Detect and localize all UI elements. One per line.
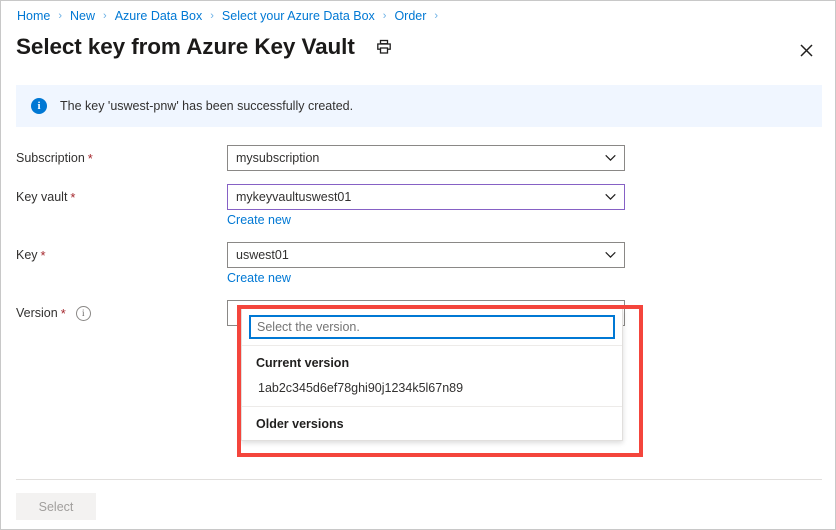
breadcrumb-separator: ›	[103, 11, 107, 22]
field-row-key: Key * uswest01 Create new	[1, 242, 836, 287]
control-key: uswest01 Create new	[227, 242, 625, 287]
chevron-down-icon	[605, 194, 616, 201]
subscription-value: mysubscription	[236, 151, 319, 165]
key-value: uswest01	[236, 248, 289, 262]
field-row-subscription: Subscription * mysubscription	[1, 145, 836, 171]
label-version-text: Version	[16, 300, 58, 326]
label-key-vault-text: Key vault	[16, 184, 67, 210]
select-button[interactable]: Select	[16, 493, 96, 520]
breadcrumb-item-new[interactable]: New	[69, 9, 96, 23]
label-subscription-text: Subscription	[16, 145, 85, 171]
version-search-container	[242, 309, 622, 345]
title-row: Select key from Azure Key Vault	[16, 29, 820, 65]
breadcrumb-separator: ›	[210, 11, 214, 22]
control-subscription: mysubscription	[227, 145, 625, 171]
required-marker: *	[41, 249, 46, 262]
label-subscription: Subscription *	[1, 145, 227, 171]
create-new-key-vault-link[interactable]: Create new	[227, 213, 291, 227]
required-marker: *	[61, 307, 66, 320]
label-key: Key *	[1, 242, 227, 268]
breadcrumb-item-home[interactable]: Home	[16, 9, 51, 23]
label-version: Version * i	[1, 300, 227, 326]
breadcrumb-separator-trailing: ›	[434, 11, 438, 22]
subscription-dropdown[interactable]: mysubscription	[227, 145, 625, 171]
required-marker: *	[70, 191, 75, 204]
dropdown-group-header-older-versions: Older versions	[242, 407, 622, 440]
dropdown-group-header-current-version: Current version	[242, 346, 622, 379]
breadcrumb-separator: ›	[383, 11, 387, 22]
dropdown-option-current-version[interactable]: 1ab2c345d6ef78ghi90j1234k5l67n89	[242, 379, 622, 406]
breadcrumb-item-azure-data-box[interactable]: Azure Data Box	[114, 9, 204, 23]
key-dropdown[interactable]: uswest01	[227, 242, 625, 268]
key-vault-selection-blade: Home › New › Azure Data Box › Select you…	[0, 0, 836, 530]
label-key-text: Key	[16, 242, 38, 268]
notification-banner: i The key 'uswest-pnw' has been successf…	[16, 85, 822, 127]
breadcrumb: Home › New › Azure Data Box › Select you…	[16, 9, 445, 23]
info-outline-icon[interactable]: i	[76, 306, 91, 321]
chevron-down-icon	[605, 155, 616, 162]
breadcrumb-item-select-your-azure-data-box[interactable]: Select your Azure Data Box	[221, 9, 376, 23]
field-row-key-vault: Key vault * mykeyvaultuswest01 Create ne…	[1, 184, 836, 229]
label-key-vault: Key vault *	[1, 184, 227, 210]
control-key-vault: mykeyvaultuswest01 Create new	[227, 184, 625, 229]
notification-message: The key 'uswest-pnw' has been successful…	[60, 99, 353, 113]
breadcrumb-separator: ›	[58, 11, 62, 22]
breadcrumb-item-order[interactable]: Order	[393, 9, 427, 23]
key-vault-dropdown[interactable]: mykeyvaultuswest01	[227, 184, 625, 210]
info-icon: i	[31, 98, 47, 114]
footer-divider	[16, 479, 822, 480]
key-vault-value: mykeyvaultuswest01	[236, 190, 351, 204]
chevron-down-icon	[605, 252, 616, 259]
required-marker: *	[88, 152, 93, 165]
close-icon[interactable]	[793, 37, 819, 63]
create-new-key-link[interactable]: Create new	[227, 271, 291, 285]
version-dropdown-panel: Current version 1ab2c345d6ef78ghi90j1234…	[241, 309, 623, 441]
page-title: Select key from Azure Key Vault	[16, 34, 355, 60]
printer-icon[interactable]	[373, 36, 395, 58]
version-search-input[interactable]	[249, 315, 615, 339]
